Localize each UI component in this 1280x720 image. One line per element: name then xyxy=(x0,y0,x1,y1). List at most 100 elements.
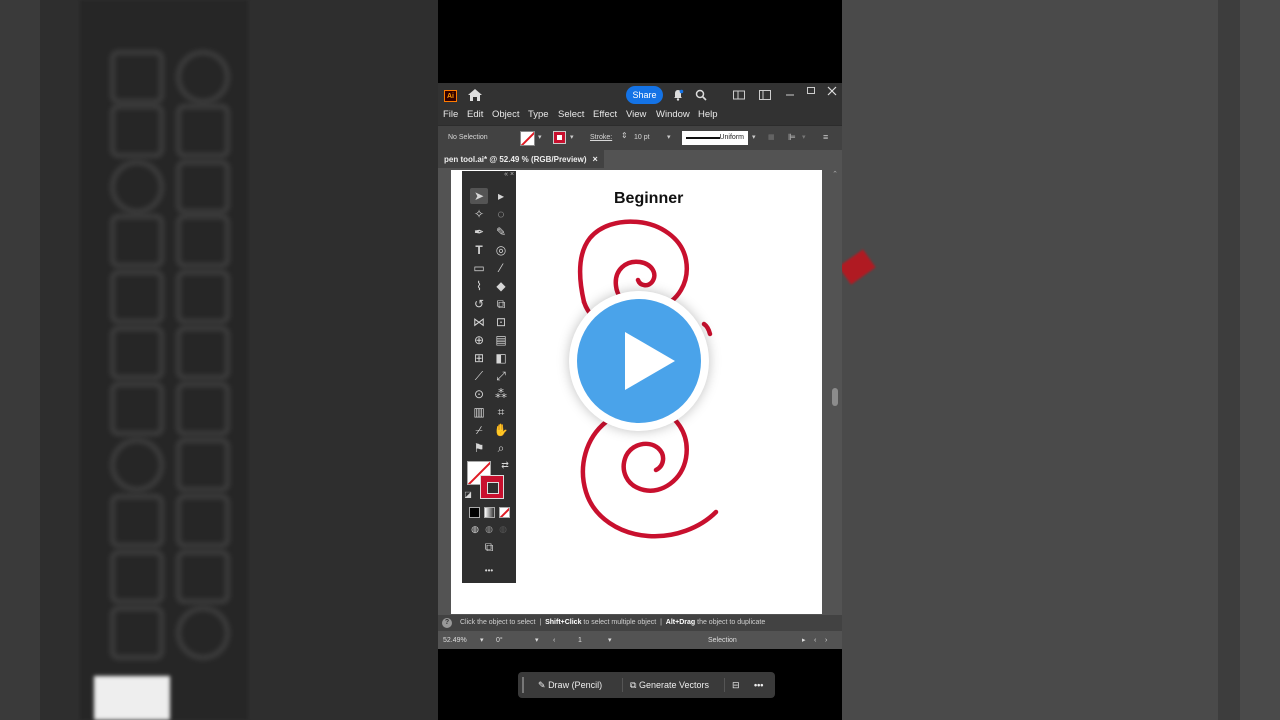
paintbrush-tool-icon[interactable]: ⁄ xyxy=(492,260,510,276)
hand-tool-icon[interactable]: ✋ xyxy=(492,422,510,438)
stroke-weight-dropdown-icon[interactable]: ▾ xyxy=(667,133,671,141)
color-mode-icon[interactable] xyxy=(469,507,480,518)
rotation-field[interactable]: 0° xyxy=(496,635,503,646)
more-options-icon[interactable]: ••• xyxy=(754,676,763,694)
contextual-task-bar: ✎ Draw (Pencil) ⧉ Generate Vectors ⊟ ••• xyxy=(518,672,775,698)
right-fragment[interactable] xyxy=(701,321,713,337)
fill-dropdown-icon[interactable]: ▾ xyxy=(538,133,542,141)
artboard-dropdown-icon[interactable]: ▾ xyxy=(608,635,612,646)
default-colors-icon[interactable]: ◪ xyxy=(463,487,473,503)
artboard-prev-icon[interactable]: ‹ xyxy=(553,635,555,646)
document-tab[interactable]: pen tool.ai* @ 52.49 % (RGB/Preview) × xyxy=(438,150,604,168)
menu-window[interactable]: Window xyxy=(656,109,690,120)
stroke-color-box[interactable] xyxy=(480,475,504,499)
fill-swatch[interactable] xyxy=(520,131,535,146)
blend-tool-icon[interactable]: ⊙ xyxy=(470,386,488,402)
menu-type[interactable]: Type xyxy=(528,109,549,120)
status-play-icon[interactable]: ▸ xyxy=(802,635,806,646)
menu-edit[interactable]: Edit xyxy=(467,109,483,120)
home-icon[interactable] xyxy=(467,88,483,102)
align-icon[interactable]: ▦ xyxy=(768,133,775,141)
generate-vectors-button[interactable]: ⧉ Generate Vectors xyxy=(630,676,709,694)
stroke-profile-field[interactable]: Uniform xyxy=(682,131,748,145)
maximize-icon[interactable] xyxy=(805,85,817,97)
menu-help[interactable]: Help xyxy=(698,109,718,120)
selection-tool-icon[interactable]: ➤ xyxy=(470,188,488,204)
edit-toolbar-icon[interactable]: ••• xyxy=(480,563,498,579)
background-toolbar-blur xyxy=(80,0,248,720)
draw-inside-icon[interactable]: ◍ xyxy=(494,521,512,537)
artboard-number-field[interactable]: 1 xyxy=(578,635,582,646)
curvature-tool-icon[interactable]: ✎ xyxy=(492,224,510,240)
minimize-icon[interactable] xyxy=(784,89,796,101)
graph-tool-icon[interactable]: ▥ xyxy=(470,404,488,420)
status-prev-icon[interactable]: ‹ xyxy=(814,635,816,646)
options-icon[interactable]: ⊟ xyxy=(732,676,740,694)
draw-pencil-label: Draw (Pencil) xyxy=(548,680,603,690)
eraser-tool-icon[interactable]: ◆ xyxy=(492,278,510,294)
zoom-dropdown-icon[interactable]: ▾ xyxy=(480,635,484,646)
free-transform-tool-icon[interactable]: ⊡ xyxy=(492,314,510,330)
bell-icon[interactable] xyxy=(672,89,684,101)
arrange-icon[interactable] xyxy=(733,89,745,101)
task-bar-separator xyxy=(622,678,623,692)
screen-mode-icon[interactable]: ⧉ xyxy=(480,539,498,555)
symbol-sprayer-tool-icon[interactable]: ⁂ xyxy=(492,386,510,402)
mesh-tool-icon[interactable]: ⊞ xyxy=(470,350,488,366)
zoom-field[interactable]: 52.49% xyxy=(443,635,467,646)
zoom-tool-icon[interactable]: ⌕ xyxy=(492,440,510,456)
menu-select[interactable]: Select xyxy=(558,109,584,120)
share-button[interactable]: Share xyxy=(626,86,663,104)
panel-menu-icon[interactable]: ≡ xyxy=(823,132,828,142)
artboard-tool-icon[interactable]: ⌗ xyxy=(492,404,510,420)
spiral-tool-icon[interactable]: ◎ xyxy=(492,242,510,258)
magic-wand-tool-icon[interactable]: ✧ xyxy=(470,206,488,222)
tools-panel-header[interactable]: « × xyxy=(462,171,516,179)
menu-view[interactable]: View xyxy=(626,109,646,120)
perspective-grid-tool-icon[interactable]: ▤ xyxy=(492,332,510,348)
width-tool-icon[interactable]: ⋈ xyxy=(470,314,488,330)
rotate-tool-icon[interactable]: ↺ xyxy=(470,296,488,312)
help-icon[interactable]: ? xyxy=(442,618,452,628)
draw-pencil-button[interactable]: ✎ Draw (Pencil) xyxy=(538,676,602,694)
search-icon[interactable] xyxy=(695,89,707,101)
vertical-scroll-thumb[interactable] xyxy=(832,388,838,406)
lasso-tool-icon[interactable]: ◌ xyxy=(492,206,510,222)
gradient-mode-icon[interactable] xyxy=(484,507,495,518)
stroke-swatch[interactable] xyxy=(553,131,566,144)
swap-colors-icon[interactable]: ⇄ xyxy=(496,457,514,473)
menu-object[interactable]: Object xyxy=(492,109,519,120)
eyedropper-tool-icon[interactable]: ⟋ xyxy=(470,368,488,384)
distribute-icon[interactable]: ⊫ xyxy=(788,132,796,143)
menu-file[interactable]: File xyxy=(443,109,458,120)
none-mode-icon[interactable] xyxy=(499,507,510,518)
task-bar-grip[interactable] xyxy=(522,677,524,693)
scale-tool-icon[interactable]: ⧉ xyxy=(492,296,510,312)
measure-tool-icon[interactable]: ⤢ xyxy=(492,368,510,384)
slice-tool-icon[interactable]: ⌿ xyxy=(470,422,488,438)
shape-builder-tool-icon[interactable]: ⊕ xyxy=(470,332,488,348)
direct-selection-tool-icon[interactable]: ▸ xyxy=(492,188,510,204)
stroke-label[interactable]: Stroke: xyxy=(590,134,612,141)
pen-tool-icon[interactable]: ✒ xyxy=(470,224,488,240)
tab-close-icon[interactable]: × xyxy=(593,154,598,164)
stroke-profile-dropdown-icon[interactable]: ▾ xyxy=(752,133,756,141)
panel-icon[interactable] xyxy=(759,89,771,101)
background-edge xyxy=(1218,0,1240,720)
video-play-button[interactable] xyxy=(569,291,709,431)
print-tiling-tool-icon[interactable]: ⚑ xyxy=(470,440,488,456)
stroke-weight-field[interactable]: 10 pt xyxy=(634,134,650,141)
gradient-tool-icon[interactable]: ◧ xyxy=(492,350,510,366)
distribute-dropdown-icon[interactable]: ▾ xyxy=(802,133,806,141)
rectangle-tool-icon[interactable]: ▭ xyxy=(470,260,488,276)
stroke-dropdown-icon[interactable]: ▾ xyxy=(570,133,574,141)
vertical-scrollbar[interactable]: ⌃ xyxy=(824,168,842,615)
status-next-icon[interactable]: › xyxy=(825,635,827,646)
menu-effect[interactable]: Effect xyxy=(593,109,617,120)
rotation-dropdown-icon[interactable]: ▾ xyxy=(535,635,539,646)
scroll-up-icon[interactable]: ⌃ xyxy=(832,170,838,178)
close-icon[interactable] xyxy=(826,85,838,97)
shaper-tool-icon[interactable]: ⌇ xyxy=(470,278,488,294)
type-tool-icon[interactable]: T xyxy=(470,242,488,258)
stroke-stepper-icon[interactable]: ⇕ xyxy=(621,131,628,140)
